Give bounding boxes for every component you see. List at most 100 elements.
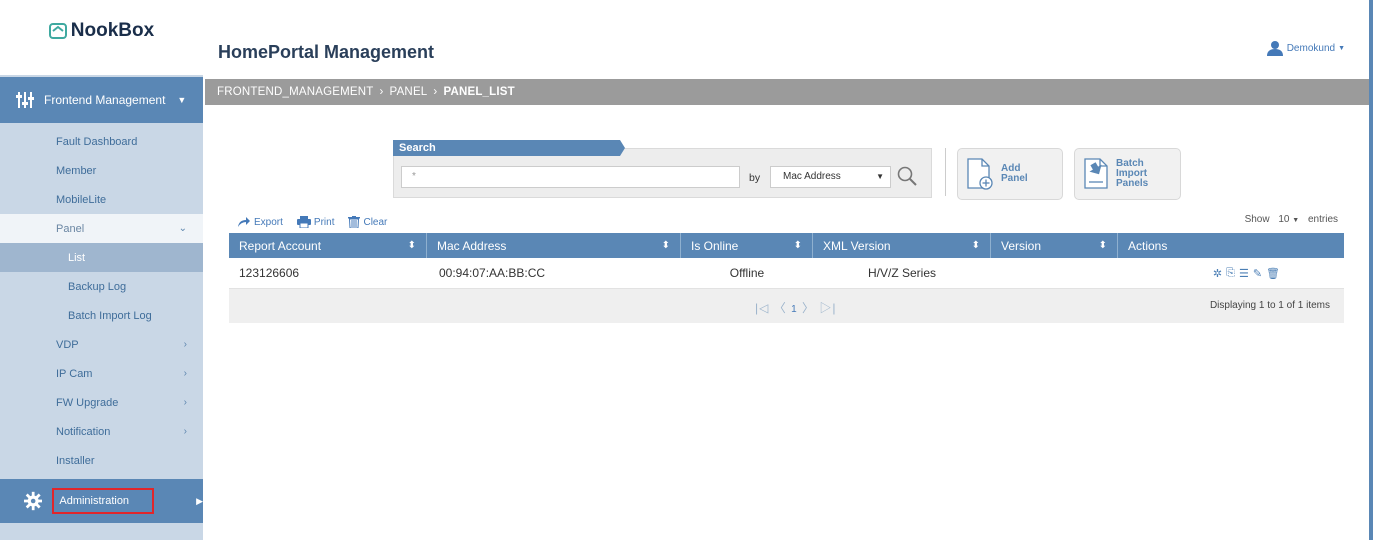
page-title: HomePortal Management — [218, 42, 435, 62]
sidebar-item-batch-import-log[interactable]: Batch Import Log — [0, 301, 203, 330]
sidebar-item-member[interactable]: Member — [0, 156, 203, 185]
sort-icon: ⬍ — [971, 240, 980, 251]
cell-actions: ✲ ⎘ ☰ ✎ 🗑 — [1118, 267, 1344, 280]
column-version[interactable]: Version ⬍ — [991, 233, 1118, 258]
row-actions: ✲ ⎘ ☰ ✎ 🗑 — [1213, 267, 1280, 280]
cell-report-account: 123126606 — [239, 266, 300, 280]
export-button[interactable]: Export — [237, 216, 283, 228]
clear-button[interactable]: Clear — [348, 216, 387, 228]
sidebar-item-vdp[interactable]: VDP › — [0, 330, 203, 359]
sidebar-item-fw-upgrade[interactable]: FW Upgrade › — [0, 388, 203, 417]
table-header: Report Account ⬍ Mac Address ⬍ Is Online ⬍ … — [229, 233, 1344, 258]
breadcrumb: FRONTEND_MANAGEMENT › PANEL › PANEL_LIST — [205, 79, 1369, 105]
caret-down-icon: ▼ — [1292, 217, 1300, 224]
logo-area: NookBox — [0, 0, 203, 75]
sidebar-item-mobilelite[interactable]: MobileLite — [0, 185, 203, 214]
sidebar-section-frontend-management[interactable]: Frontend Management ▼ — [0, 77, 203, 123]
column-label: Actions — [1128, 238, 1168, 253]
cell-mac-address: 00:94:07:AA:BB:CC — [439, 266, 546, 280]
add-document-icon — [967, 158, 993, 190]
sidebar-item-label: Batch Import Log — [68, 309, 152, 322]
table-row[interactable]: 123126606 00:94:07:AA:BB:CC Offline H/V/… — [229, 258, 1344, 289]
delete-action-icon[interactable]: 🗑 — [1266, 267, 1280, 280]
sidebar-item-label: IP Cam — [56, 367, 93, 380]
gear-icon — [24, 491, 43, 511]
sidebar-item-notification[interactable]: Notification › — [0, 417, 203, 446]
user-icon — [1266, 41, 1283, 56]
sidebar-item-label: Backup Log — [68, 280, 127, 293]
chevron-right-icon: › — [183, 339, 187, 350]
table-toolbar: Export Print Clear — [237, 216, 387, 228]
user-name: Demokund — [1286, 42, 1336, 54]
breadcrumb-item-frontend[interactable]: FRONTEND_MANAGEMENT — [217, 86, 374, 98]
sidebar-item-list[interactable]: List — [0, 243, 203, 272]
administration-highlight[interactable]: Administration — [52, 488, 155, 514]
sidebar-item-label: Fault Dashboard — [56, 135, 138, 148]
search-input-placeholder: * — [412, 171, 416, 182]
add-panel-button[interactable]: Add Panel — [957, 148, 1063, 200]
current-page[interactable]: 1 — [791, 304, 798, 315]
edit-action-icon[interactable]: ✎ — [1253, 267, 1262, 280]
entries-select[interactable]: 10 ▼ — [1278, 214, 1299, 225]
cell-xml-version: H/V/Z Series — [867, 266, 936, 280]
breadcrumb-item-current: PANEL_LIST — [443, 86, 515, 98]
show-label: Show — [1244, 214, 1270, 225]
cell-is-online: Offline — [729, 266, 765, 280]
sort-icon: ⬍ — [661, 240, 670, 251]
backup-action-icon[interactable]: ⎘ — [1226, 267, 1235, 280]
column-is-online[interactable]: Is Online ⬍ — [681, 233, 813, 258]
brand-logo[interactable]: NookBox — [48, 20, 154, 42]
sort-icon: ⬍ — [793, 240, 802, 251]
column-xml-version[interactable]: XML Version ⬍ — [813, 233, 991, 258]
batch-import-panels-button[interactable]: Batch Import Panels — [1074, 148, 1181, 200]
column-actions: Actions — [1118, 233, 1344, 258]
chevron-right-icon: › — [183, 368, 187, 379]
column-mac-address[interactable]: Mac Address ⬍ — [427, 233, 681, 258]
sidebar-item-label: List — [68, 251, 86, 264]
column-report-account[interactable]: Report Account ⬍ — [229, 233, 427, 258]
chevron-right-icon: › — [183, 397, 187, 408]
list-action-icon[interactable]: ☰ — [1239, 267, 1249, 280]
sidebar-item-ip-cam[interactable]: IP Cam › — [0, 359, 203, 388]
sidebar-item-fault-dashboard[interactable]: Fault Dashboard — [0, 127, 203, 156]
search-field-selected: Mac Address — [783, 171, 841, 182]
sidebar: NookBox Frontend Management ▼ Fault Dash… — [0, 0, 203, 540]
last-page-icon[interactable]: ▷| — [819, 301, 836, 315]
pagination: |◁ 〈 1 〉 ▷| Displaying 1 to 1 of 1 items — [229, 289, 1344, 323]
sidebar-item-panel[interactable]: Panel ⌄ — [0, 214, 203, 243]
sidebar-item-installer[interactable]: Installer — [0, 446, 203, 475]
search-field-select[interactable]: Mac Address ▼ — [770, 166, 891, 188]
sidebar-item-backup-log[interactable]: Backup Log — [0, 272, 203, 301]
column-label: Mac Address — [437, 238, 507, 253]
caret-down-icon: ▼ — [1338, 44, 1345, 52]
chevron-right-icon: › — [183, 426, 187, 437]
panel-table: Report Account ⬍ Mac Address ⬍ Is Online ⬍ … — [229, 233, 1344, 323]
search-input[interactable]: * — [401, 166, 740, 188]
settings-action-icon[interactable]: ✲ — [1213, 267, 1222, 280]
breadcrumb-separator: › — [433, 86, 438, 98]
batch-import-label: Batch Import Panels — [1116, 159, 1148, 189]
sidebar-item-label: Panel — [56, 222, 85, 235]
sidebar-section-administration[interactable]: Administration ▶ — [0, 479, 203, 523]
add-panel-label: Add Panel — [1001, 164, 1028, 184]
search-icon[interactable] — [896, 165, 918, 187]
divider — [945, 148, 946, 196]
house-logo-icon — [48, 22, 67, 39]
sidebar-item-label: Installer — [56, 454, 95, 467]
prev-page-icon[interactable]: 〈 — [774, 301, 787, 315]
sidebar-item-label: Member — [56, 164, 97, 177]
print-button[interactable]: Print — [296, 216, 334, 228]
next-page-icon[interactable]: 〉 — [802, 301, 815, 315]
printer-icon — [296, 216, 311, 228]
breadcrumb-item-panel[interactable]: PANEL — [390, 86, 428, 98]
column-label: Version — [1001, 238, 1042, 253]
show-entries: Show 10 ▼ entries — [1245, 214, 1338, 225]
first-page-icon[interactable]: |◁ — [755, 301, 769, 315]
breadcrumb-separator: › — [379, 86, 384, 98]
caret-down-icon: ▼ — [177, 95, 187, 105]
sidebar-item-label: FW Upgrade — [56, 396, 119, 409]
user-menu[interactable]: Demokund ▼ — [1266, 40, 1345, 56]
search-by-label: by — [749, 172, 761, 184]
trash-icon — [348, 216, 361, 228]
entries-label: entries — [1307, 214, 1338, 225]
